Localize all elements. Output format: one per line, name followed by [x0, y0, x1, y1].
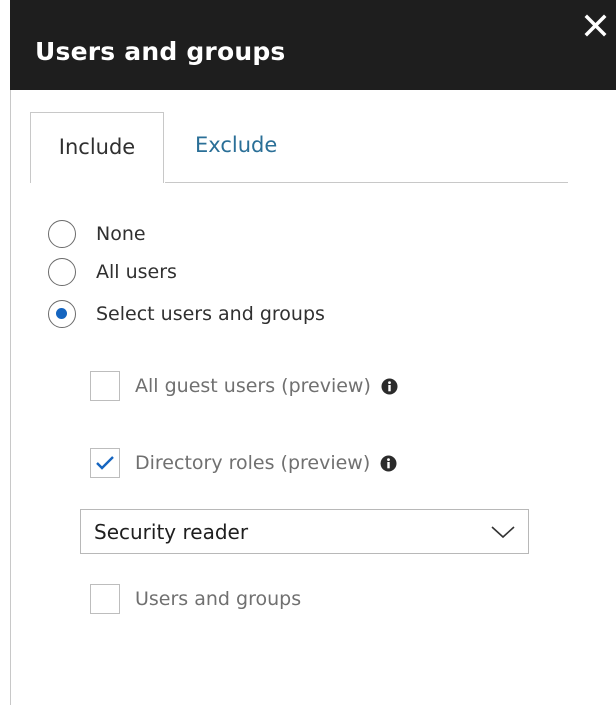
- radio-label: Select users and groups: [96, 303, 325, 325]
- tab-include-label: Include: [58, 135, 136, 159]
- tabs-divider: [165, 182, 568, 183]
- info-icon[interactable]: [381, 378, 398, 395]
- dropdown-selected-value: Security reader: [94, 520, 249, 544]
- users-and-groups-checkbox[interactable]: [90, 584, 120, 614]
- close-icon[interactable]: [582, 12, 610, 40]
- directory-roles-dropdown[interactable]: Security reader: [80, 509, 529, 554]
- radio-label: None: [96, 223, 146, 245]
- guest-users-label: All guest users (preview): [135, 375, 371, 397]
- info-icon[interactable]: [380, 455, 397, 472]
- radio-button[interactable]: [48, 258, 76, 286]
- tab-exclude[interactable]: Exclude: [195, 133, 277, 157]
- directory-roles-label: Directory roles (preview): [135, 452, 371, 474]
- radio-select-users-and-groups[interactable]: Select users and groups: [48, 298, 325, 330]
- radio-button[interactable]: [48, 220, 76, 248]
- panel-title: Users and groups: [35, 37, 286, 66]
- option-guest-users: All guest users (preview): [90, 370, 398, 402]
- radio-label: All users: [96, 261, 177, 283]
- radio-button[interactable]: [48, 300, 76, 328]
- directory-roles-checkbox[interactable]: [90, 448, 120, 478]
- users-and-groups-label: Users and groups: [135, 588, 302, 610]
- panel-header: Users and groups: [10, 0, 616, 90]
- radio-all-users[interactable]: All users: [48, 256, 177, 288]
- tab-include[interactable]: Include: [30, 112, 164, 183]
- checkmark-icon: [96, 456, 114, 470]
- option-users-and-groups: Users and groups: [90, 583, 301, 615]
- users-and-groups-panel: Users and groups Include Exclude None Al…: [0, 0, 616, 705]
- tab-exclude-label: Exclude: [195, 133, 278, 157]
- radio-none[interactable]: None: [48, 218, 146, 250]
- option-directory-roles: Directory roles (preview): [90, 447, 397, 479]
- guest-users-checkbox[interactable]: [90, 371, 120, 401]
- panel-left-border: [10, 90, 11, 705]
- chevron-down-icon: [491, 526, 515, 539]
